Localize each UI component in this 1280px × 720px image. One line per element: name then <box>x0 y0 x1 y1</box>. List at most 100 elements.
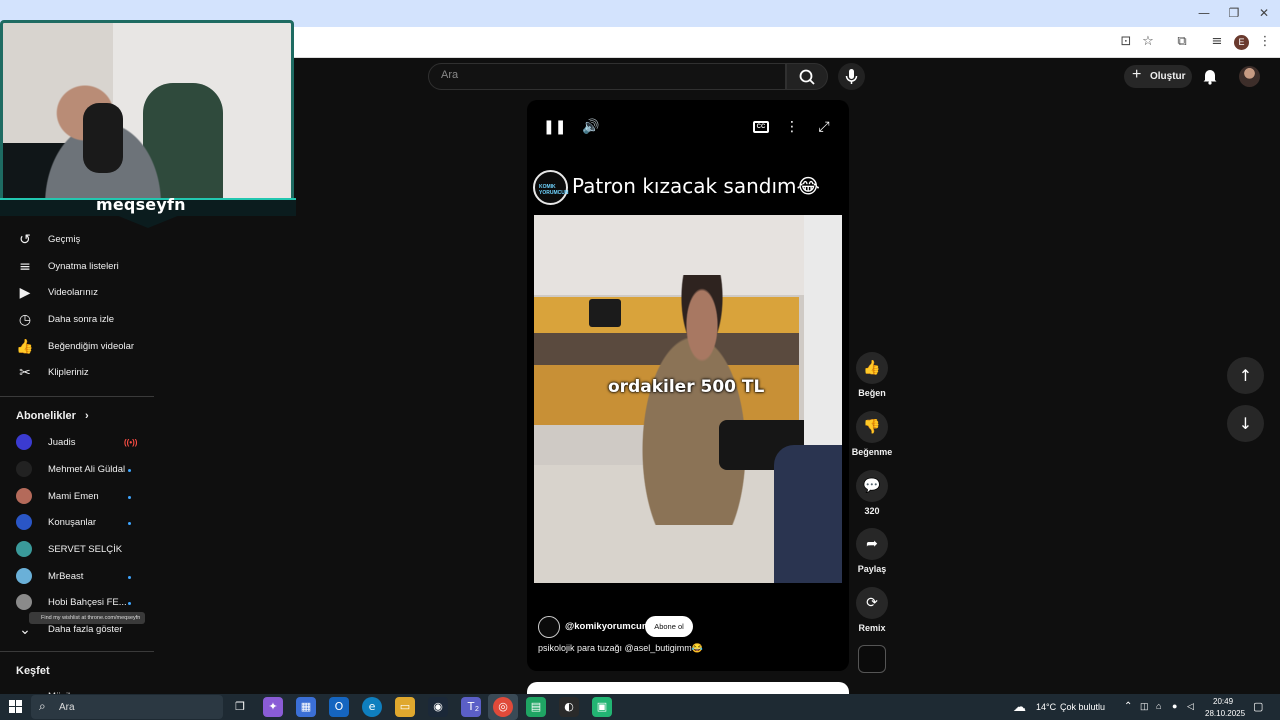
taskbar-search-input[interactable]: ⌕ Ara <box>31 695 223 719</box>
arrow-up-icon: ↑ <box>1238 366 1253 385</box>
sidebar-item-label: Klipleriniz <box>48 367 89 378</box>
channel-avatar <box>16 461 32 477</box>
more-options-icon[interactable]: ⋮ <box>781 117 803 137</box>
channel-avatar <box>16 594 32 610</box>
chrome-icon[interactable]: ◎ <box>493 697 513 717</box>
channel-avatar <box>16 488 32 504</box>
previous-short-button[interactable]: ↑ <box>1227 357 1264 394</box>
bookmark-star-icon[interactable]: ☆ <box>1139 33 1157 51</box>
app-icon[interactable]: ▣ <box>592 697 612 717</box>
weather-temperature[interactable]: 14°C <box>1036 702 1056 712</box>
video-icon: ▶ <box>19 285 31 301</box>
close-button[interactable]: ✕ <box>1249 4 1279 22</box>
sheets-icon[interactable]: ▤ <box>526 697 546 717</box>
clock-date[interactable]: 28.10.2025 <box>1205 709 1245 718</box>
create-label: Oluştur <box>1150 71 1186 82</box>
scene-coat <box>774 445 842 583</box>
remix-label: Remix <box>858 623 886 633</box>
stream-wishlist-tooltip: Find my wishlist at throne.com/meqseyfn <box>29 612 145 624</box>
search-button[interactable] <box>786 63 828 90</box>
next-short-button[interactable]: ↓ <box>1227 405 1264 442</box>
windows-start-icon[interactable] <box>9 700 23 714</box>
thumbs-down-icon: 👎 <box>856 411 888 443</box>
copilot-icon[interactable]: ✦ <box>263 697 283 717</box>
arrow-down-icon: ↓ <box>1238 414 1253 433</box>
pause-icon[interactable]: ❚❚ <box>543 117 566 137</box>
thumbs-up-icon: 👍 <box>16 339 34 355</box>
channel-logo-text: KOMIK YORUMCUN <box>539 184 569 196</box>
subscription-item[interactable]: Juadis ((•)) <box>0 430 154 456</box>
shorts-player[interactable]: ❚❚ 🔊 CC ⋮ ⤢ KOMIK YORUMCUN Patron kızaca… <box>527 100 849 671</box>
sidebar-divider <box>0 396 154 397</box>
video-description[interactable]: psikolojik para tuzağı @asel_butigimm😂 <box>538 643 703 654</box>
outlook-icon[interactable]: O <box>329 697 349 717</box>
explore-heading: Keşfet <box>16 665 50 677</box>
sidebar-divider <box>0 651 154 652</box>
comment-icon: 💬 <box>856 470 888 502</box>
weather-cloud-icon: ☁ <box>1013 699 1026 714</box>
fullscreen-icon[interactable]: ⤢ <box>813 117 835 137</box>
media-control-icon[interactable]: ≡ <box>1208 33 1226 51</box>
sidebar-item-history[interactable]: ↺ Geçmiş <box>0 227 154 253</box>
edge-icon[interactable]: e <box>362 697 382 717</box>
tray-chevron-icon[interactable]: ⌃ <box>1124 701 1132 712</box>
channel-avatar[interactable] <box>538 616 560 638</box>
app-icon[interactable]: ◐ <box>559 697 579 717</box>
tray-app-icon[interactable]: ◫ <box>1140 701 1149 712</box>
create-button[interactable]: + Oluştur <box>1124 65 1192 88</box>
task-view-icon[interactable]: ❐ <box>230 697 250 717</box>
cast-icon[interactable]: ⊡ <box>1117 33 1135 51</box>
minimize-button[interactable]: — <box>1189 4 1219 22</box>
speaker-icon[interactable]: ◁ <box>1187 701 1194 712</box>
plus-icon: + <box>1132 66 1142 83</box>
extensions-icon[interactable]: ⧉ <box>1173 33 1191 51</box>
search-icon <box>799 69 815 85</box>
captions-icon[interactable]: CC <box>753 121 769 133</box>
volume-icon[interactable]: 🔊 <box>580 117 602 137</box>
file-explorer-icon[interactable]: ▭ <box>395 697 415 717</box>
browser-menu-icon[interactable]: ⋮ <box>1256 33 1274 51</box>
channel-handle[interactable]: @komikyorumcun <box>565 621 648 632</box>
sidebar-item-watch-later[interactable]: ◷ Daha sonra izle <box>0 307 154 333</box>
streamer-name: meqseyfn <box>96 195 186 214</box>
subscription-item[interactable]: MrBeast <box>0 564 154 590</box>
restore-button[interactable]: ❐ <box>1219 4 1249 22</box>
live-indicator-icon: ((•)) <box>124 438 138 447</box>
subscribe-button[interactable]: Abone ol <box>645 616 693 637</box>
browser-profile-avatar[interactable]: E <box>1234 35 1249 50</box>
voice-search-button[interactable] <box>838 63 865 90</box>
sidebar-item-clips[interactable]: ✂ Klipleriniz <box>0 360 154 386</box>
taskbar-search-placeholder: Ara <box>59 702 75 713</box>
scissors-icon: ✂ <box>19 365 31 381</box>
subscription-item[interactable]: Mami Emen <box>0 484 154 510</box>
sidebar-item-your-videos[interactable]: ▶ Videolarınız <box>0 280 154 306</box>
subscription-item[interactable]: Konuşanlar <box>0 510 154 536</box>
search-input[interactable]: Ara <box>428 63 786 90</box>
steam-icon[interactable]: ◉ <box>428 697 448 717</box>
clock-time[interactable]: 20:49 <box>1213 697 1233 706</box>
sidebar-item-label: Daha sonra izle <box>48 314 115 325</box>
dislike-label: Beğenme <box>851 447 893 457</box>
microphone-tray-icon[interactable]: ● <box>1172 701 1177 711</box>
playlist-icon: ≡ <box>19 259 31 275</box>
sidebar-item-label: Beğendiğim videolar <box>48 341 135 352</box>
channel-name: Hobi Bahçesi FE... <box>48 597 127 608</box>
subscription-item[interactable]: SERVET SELÇİK <box>0 537 154 563</box>
subscriptions-heading[interactable]: Abonelikler › <box>16 410 89 422</box>
notification-center-icon[interactable]: ▢ <box>1253 700 1263 713</box>
chevron-right-icon: › <box>84 410 89 422</box>
screen: { "window": {"minimize": "—", "restore":… <box>0 0 1280 720</box>
webcam-headset <box>83 103 123 173</box>
store-icon[interactable]: ▦ <box>296 697 316 717</box>
sidebar-item-liked-videos[interactable]: 👍 Beğendiğim videolar <box>0 334 154 360</box>
channel-name: SERVET SELÇİK <box>48 544 123 555</box>
video-overlay-title: Patron kızacak sandım😂 <box>572 174 820 198</box>
account-avatar[interactable] <box>1239 66 1260 87</box>
sound-source-avatar[interactable] <box>858 645 886 673</box>
weather-description[interactable]: Çok bulutlu <box>1060 702 1105 712</box>
sidebar-item-playlists[interactable]: ≡ Oynatma listeleri <box>0 254 154 280</box>
network-icon[interactable]: ⌂ <box>1156 701 1161 711</box>
teams-badge: 2 <box>475 706 479 713</box>
notifications-button[interactable] <box>1200 66 1220 86</box>
subscription-item[interactable]: Mehmet Ali Güldal <box>0 457 154 483</box>
